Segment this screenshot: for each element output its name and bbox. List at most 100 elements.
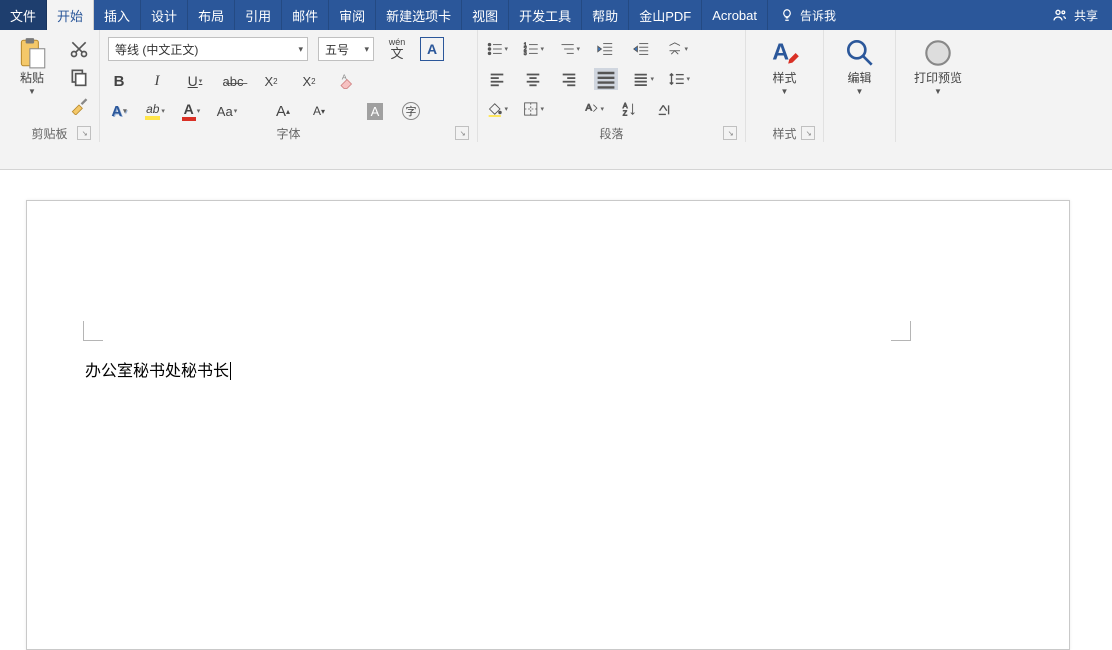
shading-button[interactable]: ▾ <box>486 98 508 120</box>
clear-formatting-button[interactable]: A <box>336 70 358 92</box>
line-spacing-icon <box>668 70 685 88</box>
tab-view[interactable]: 视图 <box>462 0 509 30</box>
styles-launcher[interactable] <box>801 126 815 140</box>
decrease-indent-button[interactable] <box>594 38 616 60</box>
paste-button[interactable]: 粘贴 ▼ <box>8 34 56 120</box>
character-border-button[interactable]: A <box>420 37 444 61</box>
distributed-button[interactable]: ▾ <box>632 68 654 90</box>
multilevel-list-button[interactable]: ▾ <box>558 38 580 60</box>
tab-newtab[interactable]: 新建选项卡 <box>376 0 462 30</box>
borders-icon <box>522 100 539 118</box>
document-text[interactable]: 办公室秘书处秘书长 <box>85 357 231 381</box>
editing-button[interactable]: 编辑 ▼ <box>836 34 884 120</box>
highlight-button[interactable]: ab▾ <box>144 100 166 122</box>
caret-icon: ▼ <box>28 87 36 96</box>
group-styles: A 样式 ▼ 样式 <box>746 30 824 142</box>
multilevel-icon <box>558 40 575 58</box>
chevron-down-icon: ▾ <box>298 44 303 55</box>
caret-icon: ▼ <box>856 87 864 96</box>
group-print-preview: 打印预览 ▼ <box>896 30 980 142</box>
asian-icon <box>666 40 683 58</box>
borders-button[interactable]: ▾ <box>522 98 544 120</box>
tab-developer[interactable]: 开发工具 <box>509 0 582 30</box>
bold-button[interactable]: B <box>108 70 130 92</box>
text-effects-button[interactable]: A▾ <box>108 100 130 122</box>
sort-button[interactable]: AZ <box>618 98 640 120</box>
group-clipboard: 粘贴 ▼ 剪贴板 <box>0 30 100 142</box>
character-shading-button[interactable]: A <box>364 100 386 122</box>
tab-acrobat[interactable]: Acrobat <box>702 0 768 30</box>
align-justify-button[interactable] <box>594 68 618 90</box>
svg-text:A: A <box>585 103 592 114</box>
sort-icon: AZ <box>620 100 638 118</box>
tell-me[interactable]: 告诉我 <box>768 0 848 30</box>
share-button[interactable]: 共享 <box>1038 0 1112 30</box>
superscript-button[interactable]: X2 <box>298 70 320 92</box>
italic-button[interactable]: I <box>146 70 168 92</box>
group-editing: 编辑 ▼ <box>824 30 896 142</box>
copy-icon <box>69 67 89 87</box>
font-launcher[interactable] <box>455 126 469 140</box>
clipboard-launcher[interactable] <box>77 126 91 140</box>
line-spacing-button[interactable]: ▾ <box>668 68 690 90</box>
bullets-icon <box>486 40 503 58</box>
tab-insert[interactable]: 插入 <box>94 0 141 30</box>
scissors-icon <box>69 39 89 59</box>
bucket-icon <box>486 100 503 118</box>
strikethrough-button[interactable]: a̶b̶c̶ <box>222 70 244 92</box>
group-font: 等线 (中文正文)▾ 五号▾ wén文 A B I U▾ a̶b̶c̶ X2 X… <box>100 30 478 142</box>
copy-button[interactable] <box>68 66 90 88</box>
tab-review[interactable]: 审阅 <box>329 0 376 30</box>
grow-font-button[interactable]: A▴ <box>272 100 294 122</box>
page[interactable]: 办公室秘书处秘书长 <box>26 200 1070 650</box>
change-case-button[interactable]: Aa▾ <box>216 100 238 122</box>
svg-text:A: A <box>342 73 347 82</box>
tab-layout[interactable]: 布局 <box>188 0 235 30</box>
text-cursor <box>230 362 231 380</box>
text-direction-button[interactable]: A▾ <box>582 98 604 120</box>
tab-design[interactable]: 设计 <box>141 0 188 30</box>
underline-button[interactable]: U▾ <box>184 70 206 92</box>
cut-button[interactable] <box>68 38 90 60</box>
tab-mailings[interactable]: 邮件 <box>282 0 329 30</box>
font-color-button[interactable]: A▾ <box>180 100 202 122</box>
format-painter-button[interactable] <box>68 94 90 116</box>
align-justify-icon <box>594 67 618 91</box>
text-direction-icon: A <box>582 100 599 118</box>
show-marks-button[interactable] <box>654 98 676 120</box>
enclose-characters-button[interactable]: 字 <box>400 100 422 122</box>
group-label-styles: 样式 <box>772 125 796 142</box>
ribbon: 粘贴 ▼ 剪贴板 等线 (中文正文)▾ 五号▾ wén文 A B <box>0 30 1112 170</box>
styles-icon: A <box>768 36 802 70</box>
svg-text:Z: Z <box>623 108 628 117</box>
phonetic-guide-button[interactable]: wén文 <box>384 36 410 62</box>
bullets-button[interactable]: ▾ <box>486 38 508 60</box>
tab-jinshan-pdf[interactable]: 金山PDF <box>629 0 702 30</box>
subscript-button[interactable]: X2 <box>260 70 282 92</box>
font-size-combo[interactable]: 五号▾ <box>318 37 374 61</box>
tab-references[interactable]: 引用 <box>235 0 282 30</box>
styles-button[interactable]: A 样式 ▼ <box>761 34 809 120</box>
align-center-button[interactable] <box>522 68 544 90</box>
ribbon-tabstrip: 文件 开始 插入 设计 布局 引用 邮件 审阅 新建选项卡 视图 开发工具 帮助… <box>0 0 1112 30</box>
tab-file[interactable]: 文件 <box>0 0 47 30</box>
align-left-icon <box>488 70 506 88</box>
group-paragraph: ▾ 123▾ ▾ ▾ ▾ ▾ ▾ ▾ A▾ AZ <box>478 30 746 142</box>
align-right-button[interactable] <box>558 68 580 90</box>
group-label-clipboard: 剪贴板 <box>31 125 67 142</box>
numbering-button[interactable]: 123▾ <box>522 38 544 60</box>
indent-icon <box>632 40 650 58</box>
increase-indent-button[interactable] <box>630 38 652 60</box>
tab-home[interactable]: 开始 <box>47 0 94 30</box>
caret-icon: ▼ <box>781 87 789 96</box>
tab-help[interactable]: 帮助 <box>582 0 629 30</box>
align-center-icon <box>524 70 542 88</box>
shrink-font-button[interactable]: A▾ <box>308 100 330 122</box>
font-name-combo[interactable]: 等线 (中文正文)▾ <box>108 37 308 61</box>
align-left-button[interactable] <box>486 68 508 90</box>
tell-me-label: 告诉我 <box>800 7 836 24</box>
asian-layout-button[interactable]: ▾ <box>666 38 688 60</box>
print-preview-button[interactable]: 打印预览 ▼ <box>908 34 968 120</box>
paragraph-launcher[interactable] <box>723 126 737 140</box>
paste-icon <box>15 36 49 70</box>
